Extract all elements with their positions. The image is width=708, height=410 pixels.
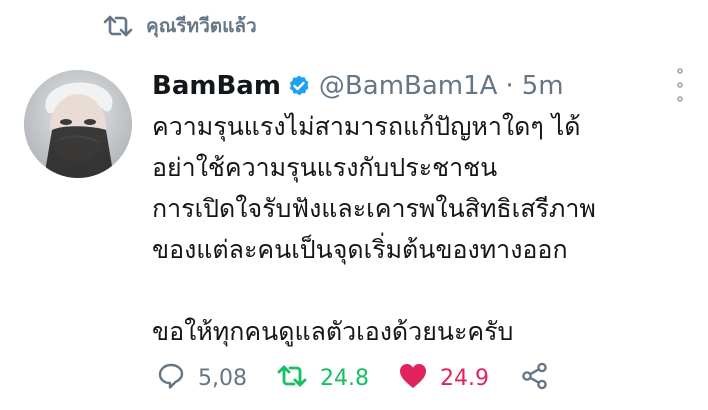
retweet-icon — [276, 362, 308, 394]
retweet-icon — [100, 11, 136, 41]
share-icon — [520, 361, 550, 395]
like-count: 24.9 — [440, 365, 488, 391]
retweet-context-label[interactable]: คุณรีทวีตแล้ว — [146, 11, 257, 41]
tweet-line: ความรุนแรงไม่สามารถแก้ปัญหาใดๆ ได้ — [152, 112, 581, 141]
reply-count: 5,08 — [198, 365, 247, 391]
verified-badge-icon — [287, 74, 311, 98]
tweet-line: การเปิดใจรับฟังและเคารพในสิทธิเสรีภาพ — [152, 194, 596, 223]
share-button[interactable] — [520, 356, 550, 400]
heart-icon — [398, 362, 428, 394]
author-handle[interactable]: @BamBam1A — [319, 71, 498, 101]
reply-button[interactable]: 5,08 — [156, 356, 250, 400]
retweet-button[interactable]: 24.8 — [276, 356, 368, 400]
tweet-time[interactable]: 5m — [522, 71, 564, 101]
tweet-header: BamBam @BamBam1A · 5m — [152, 64, 564, 108]
tweet-line: ขอให้ทุกคนดูแลตัวเองด้วยนะครับ — [152, 317, 514, 346]
retweet-count: 24.8 — [320, 365, 368, 391]
tweet-line: อย่าใช้ความรุนแรงกับประชาชน — [152, 153, 498, 182]
tweet-text: ความรุนแรงไม่สามารถแก้ปัญหาใดๆ ได้ อย่าใ… — [152, 106, 697, 352]
avatar[interactable] — [24, 70, 132, 178]
more-options-icon[interactable] — [668, 68, 692, 102]
tweet-line: ของแต่ละคนเป็นจุดเริ่มต้นของทางออก — [152, 235, 568, 264]
like-button[interactable]: 24.9 — [398, 356, 488, 400]
retweet-context: คุณรีทวีตแล้ว — [100, 8, 257, 44]
header-separator: · — [505, 71, 514, 101]
author-name[interactable]: BamBam — [152, 71, 281, 101]
reply-icon — [156, 361, 186, 395]
tweet-actions: 5,08 24.8 24.9 — [152, 356, 697, 400]
